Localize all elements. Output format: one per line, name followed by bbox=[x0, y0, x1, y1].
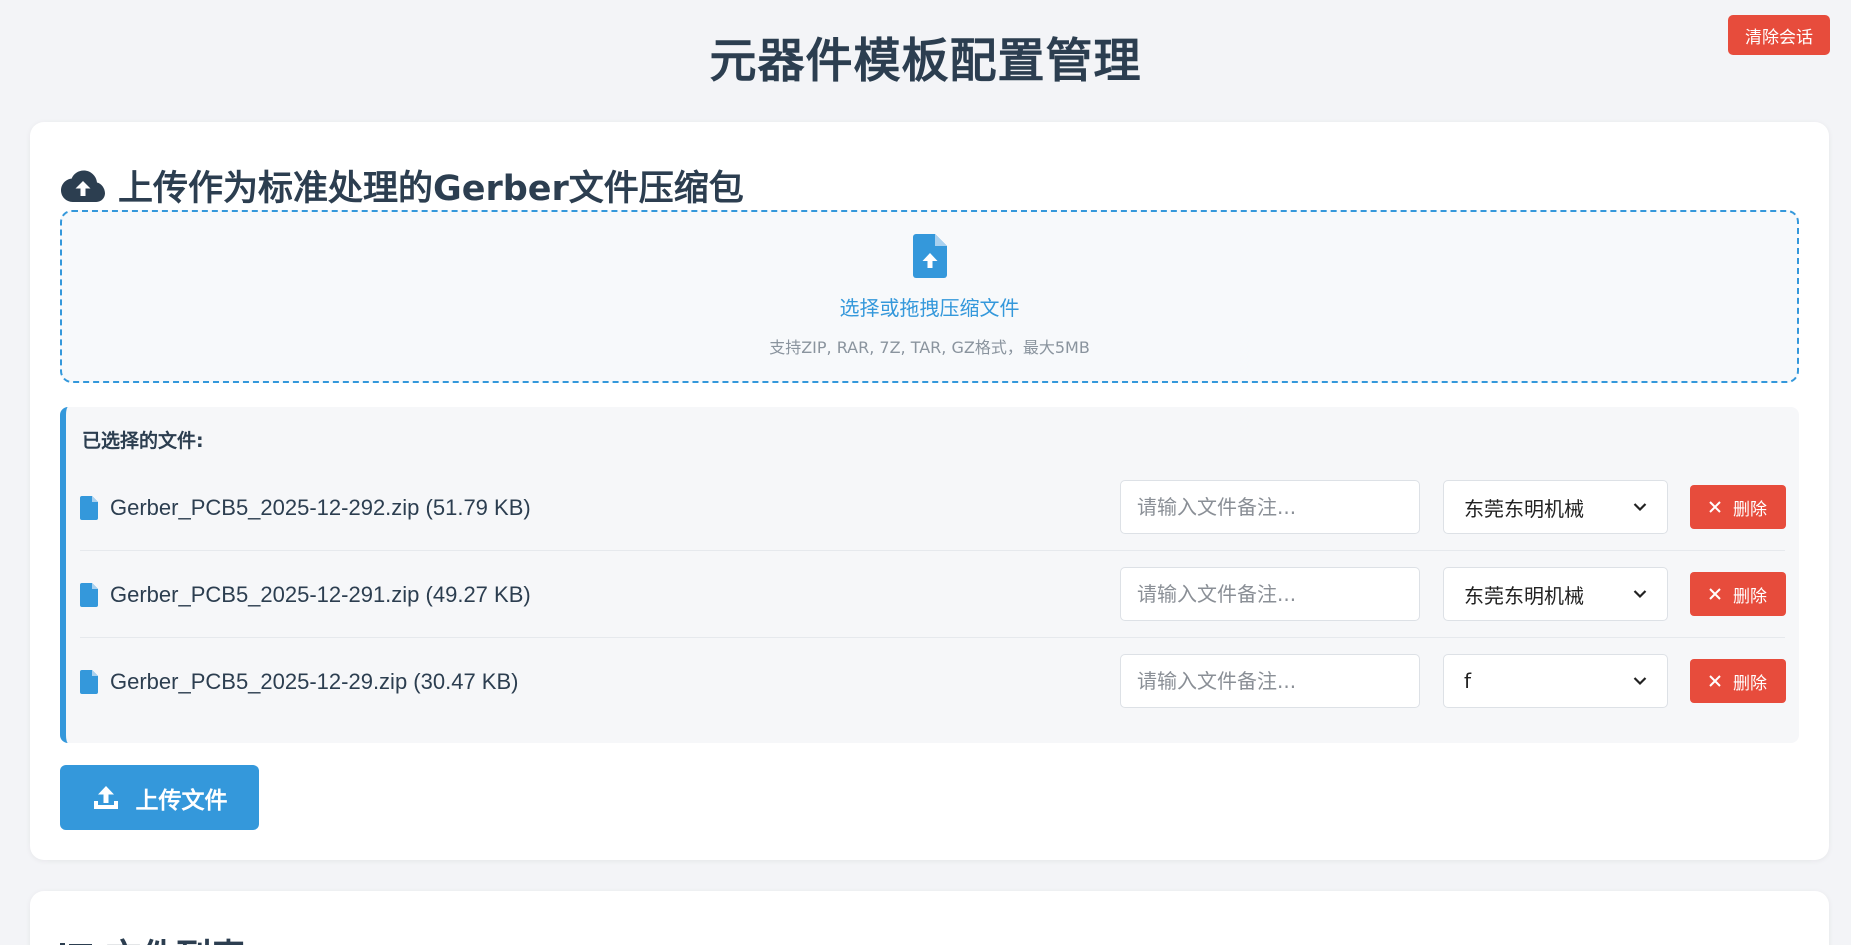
company-select[interactable]: 东莞东明机械 bbox=[1443, 567, 1668, 621]
upload-files-button[interactable]: 上传文件 bbox=[60, 765, 259, 830]
file-name: Gerber_PCB5_2025-12-292.zip (51.79 KB) bbox=[80, 464, 531, 551]
file-name: Gerber_PCB5_2025-12-291.zip (49.27 KB) bbox=[80, 551, 531, 638]
file-list-title: 文件列表 bbox=[60, 929, 246, 945]
chevron-down-icon bbox=[1633, 503, 1647, 512]
file-dropzone[interactable]: 选择或拖拽压缩文件 支持ZIP, RAR, 7Z, TAR, GZ格式，最大5M… bbox=[60, 210, 1799, 383]
selected-files-panel: 已选择的文件: Gerber_PCB5_2025-12-292.zip (51.… bbox=[60, 407, 1799, 743]
upload-button-label: 上传文件 bbox=[135, 787, 228, 814]
file-name: Gerber_PCB5_2025-12-29.zip (30.47 KB) bbox=[80, 638, 518, 725]
file-icon bbox=[80, 582, 98, 607]
selected-files-title: 已选择的文件: bbox=[82, 430, 204, 452]
page-title: 元器件模板配置管理 bbox=[709, 34, 1142, 89]
company-select-value: 东莞东明机械 bbox=[1464, 583, 1584, 608]
cloud-upload-icon bbox=[61, 170, 105, 202]
file-name-label: Gerber_PCB5_2025-12-291.zip (49.27 KB) bbox=[110, 581, 531, 607]
upload-section-title: 上传作为标准处理的Gerber文件压缩包 bbox=[60, 160, 744, 211]
company-select[interactable]: f bbox=[1443, 654, 1668, 708]
file-note-input[interactable] bbox=[1120, 654, 1420, 708]
file-note-input[interactable] bbox=[1120, 567, 1420, 621]
delete-label: 删除 bbox=[1733, 499, 1767, 520]
close-icon bbox=[1709, 501, 1721, 513]
delete-file-button[interactable]: 删除 bbox=[1690, 485, 1786, 529]
dropzone-hint: 支持ZIP, RAR, 7Z, TAR, GZ格式，最大5MB bbox=[769, 338, 1090, 357]
file-icon bbox=[80, 669, 98, 694]
file-list-heading: 文件列表 bbox=[106, 929, 246, 945]
company-select[interactable]: 东莞东明机械 bbox=[1443, 480, 1668, 534]
delete-file-button[interactable]: 删除 bbox=[1690, 572, 1786, 616]
upload-section-heading: 上传作为标准处理的Gerber文件压缩包 bbox=[118, 169, 744, 209]
file-name-label: Gerber_PCB5_2025-12-292.zip (51.79 KB) bbox=[110, 494, 531, 520]
dropzone-main-text: 选择或拖拽压缩文件 bbox=[839, 296, 1020, 320]
file-name-label: Gerber_PCB5_2025-12-29.zip (30.47 KB) bbox=[110, 668, 519, 694]
file-row: Gerber_PCB5_2025-12-292.zip (51.79 KB) 东… bbox=[80, 464, 1786, 551]
upload-icon bbox=[93, 785, 118, 809]
close-icon bbox=[1709, 675, 1721, 687]
file-row: Gerber_PCB5_2025-12-291.zip (49.27 KB) 东… bbox=[80, 551, 1786, 638]
upload-card: 上传作为标准处理的Gerber文件压缩包 选择或拖拽压缩文件 支持ZIP, RA… bbox=[30, 122, 1829, 860]
close-icon bbox=[1709, 588, 1721, 600]
file-note-input[interactable] bbox=[1120, 480, 1420, 534]
chevron-down-icon bbox=[1633, 590, 1647, 599]
delete-label: 删除 bbox=[1733, 673, 1767, 694]
file-row: Gerber_PCB5_2025-12-29.zip (30.47 KB) f … bbox=[80, 638, 1786, 725]
delete-label: 删除 bbox=[1733, 586, 1767, 607]
list-icon bbox=[60, 942, 92, 945]
file-upload-icon bbox=[912, 234, 947, 278]
file-list-card: 文件列表 bbox=[30, 891, 1829, 945]
file-icon bbox=[80, 495, 98, 520]
company-select-value: 东莞东明机械 bbox=[1464, 496, 1584, 521]
company-select-value: f bbox=[1464, 669, 1472, 693]
chevron-down-icon bbox=[1633, 677, 1647, 686]
clear-session-button[interactable]: 清除会话 bbox=[1728, 15, 1830, 55]
delete-file-button[interactable]: 删除 bbox=[1690, 659, 1786, 703]
